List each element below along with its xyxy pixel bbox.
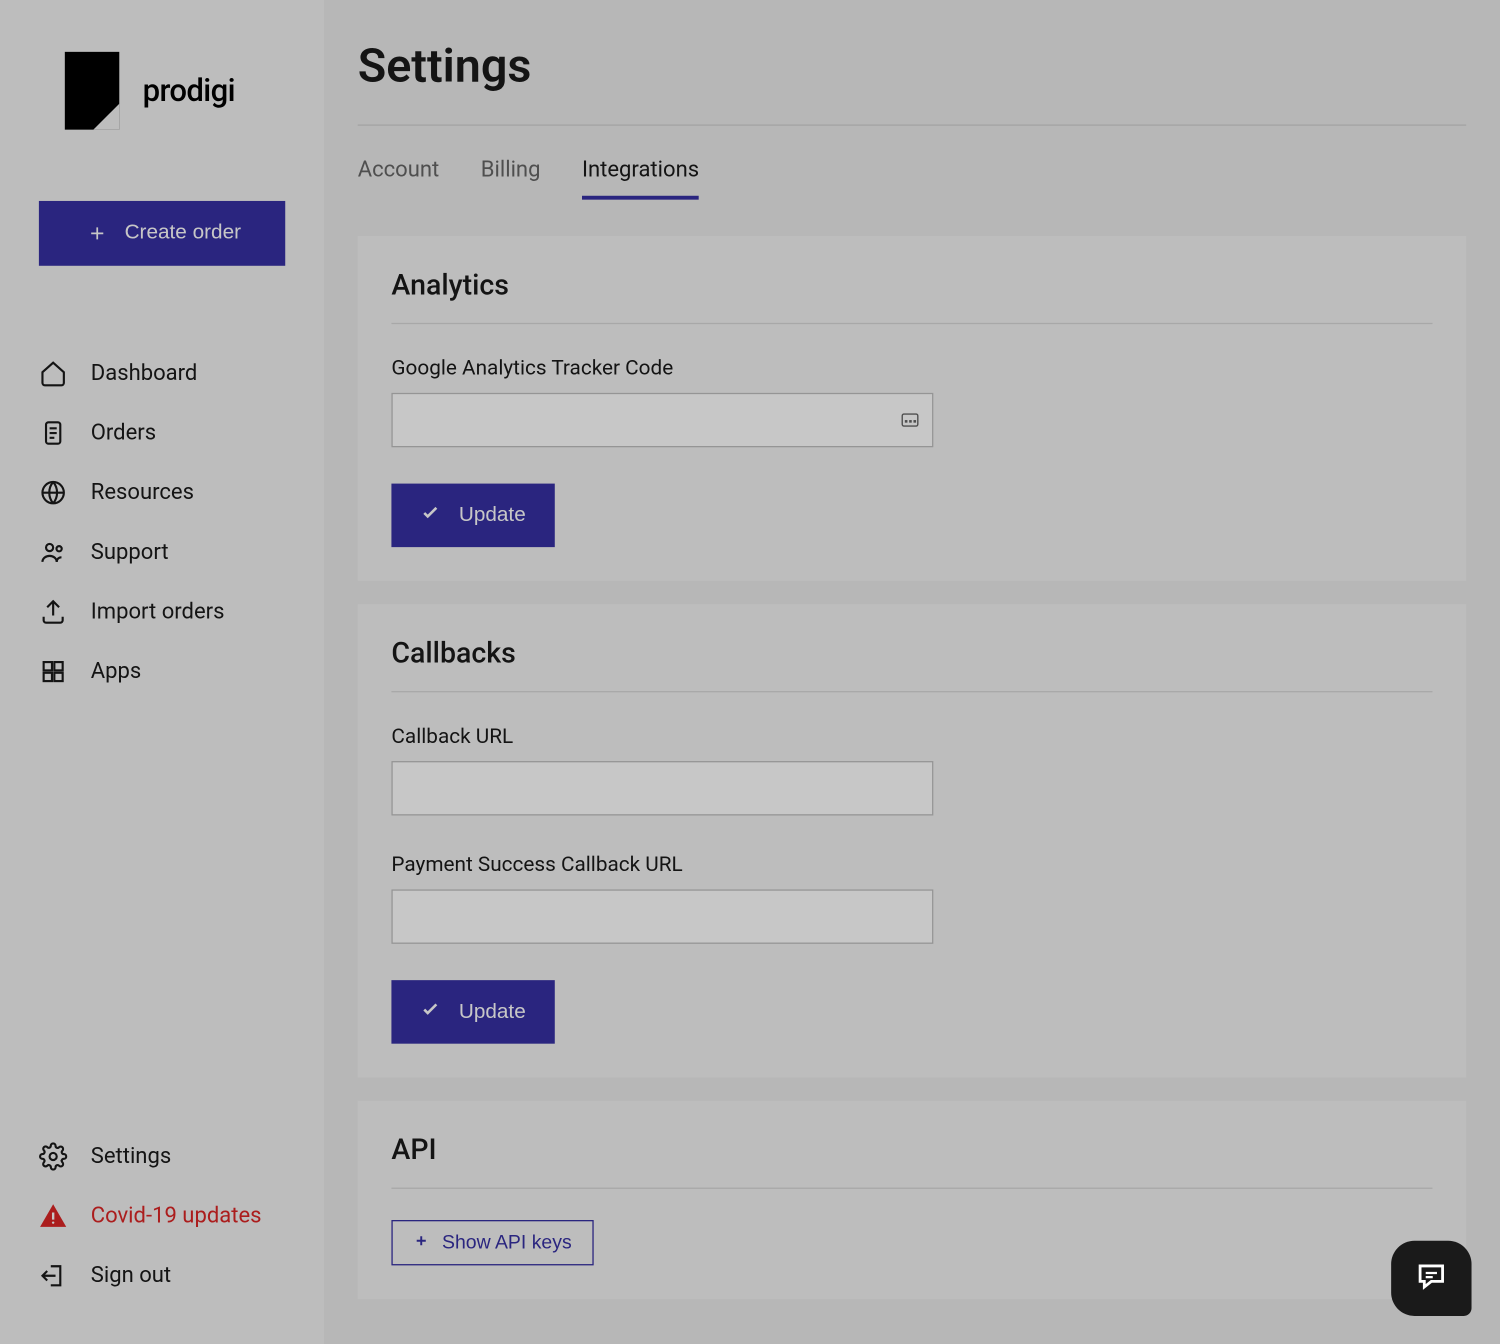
tab-integrations[interactable]: Integrations: [582, 157, 699, 200]
ga-tracker-label: Google Analytics Tracker Code: [392, 355, 1433, 380]
secondary-nav: Settings Covid-19 updates Sign out: [0, 1127, 324, 1306]
show-api-keys-button[interactable]: Show API keys: [392, 1220, 594, 1265]
api-title: API: [392, 1134, 1433, 1166]
tabs: Account Billing Integrations: [358, 157, 1467, 200]
callbacks-title: Callbacks: [392, 638, 1433, 670]
callback-url-label: Callback URL: [392, 723, 1433, 748]
gear-icon: [39, 1142, 68, 1171]
callbacks-update-button[interactable]: Update: [392, 980, 555, 1044]
create-order-button[interactable]: Create order: [39, 201, 285, 266]
main-content: Settings Account Billing Integrations An…: [324, 0, 1500, 1344]
sidebar-item-support[interactable]: Support: [0, 522, 324, 582]
card-divider: [392, 1188, 1433, 1189]
chat-icon: [1414, 1259, 1448, 1298]
logo-mark-icon: [65, 52, 119, 130]
update-label: Update: [459, 504, 526, 527]
create-order-label: Create order: [125, 222, 241, 245]
sidebar-item-label: Sign out: [91, 1263, 171, 1289]
sidebar-item-sign-out[interactable]: Sign out: [0, 1246, 324, 1306]
primary-nav: Dashboard Orders Resources Support: [0, 344, 324, 702]
sidebar-item-resources[interactable]: Resources: [0, 463, 324, 523]
sidebar-item-apps[interactable]: Apps: [0, 642, 324, 702]
tab-billing[interactable]: Billing: [481, 157, 541, 200]
card-divider: [392, 691, 1433, 692]
callbacks-card: Callbacks Callback URL Payment Success C…: [358, 604, 1467, 1077]
chat-widget-button[interactable]: [1391, 1241, 1471, 1316]
sidebar-item-label: Import orders: [91, 599, 225, 625]
sidebar-item-label: Covid-19 updates: [91, 1203, 262, 1229]
payment-callback-label: Payment Success Callback URL: [392, 852, 1433, 877]
title-divider: [358, 124, 1467, 125]
callback-url-input[interactable]: [392, 761, 934, 815]
analytics-card: Analytics Google Analytics Tracker Code …: [358, 236, 1467, 581]
home-icon: [39, 359, 68, 388]
signout-icon: [39, 1261, 68, 1290]
sidebar-item-orders[interactable]: Orders: [0, 403, 324, 463]
grid-icon: [39, 657, 68, 686]
sidebar: prodigi Create order Dashboard Orders: [0, 0, 324, 1344]
check-icon: [420, 502, 441, 529]
sidebar-item-label: Resources: [91, 480, 194, 506]
analytics-title: Analytics: [392, 270, 1433, 302]
brand-logo: prodigi: [0, 52, 324, 130]
upload-icon: [39, 598, 68, 627]
update-label: Update: [459, 1000, 526, 1023]
page-title: Settings: [358, 39, 1467, 93]
sidebar-item-label: Dashboard: [91, 360, 198, 386]
sidebar-item-label: Support: [91, 539, 169, 565]
warning-icon: [39, 1202, 68, 1231]
browser-extension-icon: [900, 410, 921, 431]
tab-account[interactable]: Account: [358, 157, 440, 200]
users-icon: [39, 538, 68, 567]
analytics-update-button[interactable]: Update: [392, 484, 555, 548]
brand-name: prodigi: [143, 73, 235, 109]
sidebar-item-settings[interactable]: Settings: [0, 1127, 324, 1187]
sidebar-item-dashboard[interactable]: Dashboard: [0, 344, 324, 404]
clipboard-icon: [39, 419, 68, 448]
sidebar-item-import-orders[interactable]: Import orders: [0, 582, 324, 642]
card-divider: [392, 323, 1433, 324]
plus-icon: [414, 1232, 430, 1254]
sidebar-item-label: Settings: [91, 1144, 171, 1170]
show-api-keys-label: Show API keys: [442, 1232, 572, 1254]
check-icon: [420, 998, 441, 1025]
sidebar-item-label: Orders: [91, 420, 156, 446]
api-card: API Show API keys: [358, 1101, 1467, 1299]
payment-callback-input[interactable]: [392, 889, 934, 943]
globe-icon: [39, 478, 68, 507]
plus-icon: [83, 219, 112, 248]
ga-tracker-input[interactable]: [392, 393, 934, 447]
sidebar-item-label: Apps: [91, 659, 142, 685]
sidebar-item-covid-updates[interactable]: Covid-19 updates: [0, 1186, 324, 1246]
